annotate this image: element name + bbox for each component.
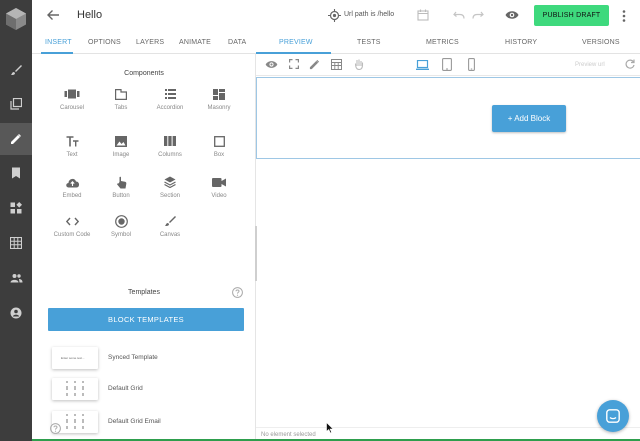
chat-icon (606, 409, 620, 423)
preview-toolbar: Preview url (256, 54, 640, 76)
template-item[interactable]: Default Grid Email (52, 411, 242, 435)
preview-canvas[interactable]: + Add Block (256, 77, 640, 159)
text-icon (48, 134, 96, 148)
component-button[interactable]: Button (97, 175, 145, 209)
more-vert-icon[interactable] (622, 10, 626, 22)
columns-icon (146, 134, 194, 148)
top-header: Hello Url path is /hello PUBLISH DRAFT (32, 0, 640, 33)
component-canvas[interactable]: Canvas (146, 214, 194, 248)
status-divider (256, 427, 640, 428)
tab-history[interactable]: HISTORY (505, 39, 537, 46)
mouse-cursor-icon (326, 422, 334, 434)
component-carousel[interactable]: Carousel (48, 87, 96, 121)
redo-icon[interactable] (472, 11, 484, 19)
template-name: Default Grid (108, 385, 143, 392)
back-arrow-icon[interactable] (46, 8, 60, 22)
selection-status: No element selected (261, 432, 316, 438)
rail-edit-icon[interactable] (0, 123, 32, 155)
box-icon (195, 134, 243, 148)
template-thumbnail (52, 378, 98, 400)
preview-eye-icon[interactable] (505, 10, 519, 20)
component-columns[interactable]: Columns (146, 134, 194, 168)
template-item[interactable]: Enter some text... Synced Template (52, 347, 242, 371)
fullscreen-icon[interactable] (289, 59, 299, 69)
add-block-button[interactable]: + Add Block (492, 105, 566, 132)
component-masonry[interactable]: Masonry (195, 87, 243, 121)
help-icon[interactable] (50, 423, 61, 434)
right-panel-tabs: PREVIEW TESTS METRICS HISTORY VERSIONS (256, 33, 640, 54)
target-icon[interactable] (328, 9, 341, 22)
panel-scrollbar[interactable] (255, 226, 257, 281)
component-image[interactable]: Image (97, 134, 145, 168)
tab-preview[interactable]: PREVIEW (279, 39, 313, 46)
tab-tests[interactable]: TESTS (357, 39, 381, 46)
left-panel-tabs: INSERT OPTIONS LAYERS ANIMATE DATA (32, 33, 256, 54)
table-icon[interactable] (331, 59, 342, 70)
desktop-view-icon[interactable] (416, 60, 429, 70)
component-custom-code[interactable]: Custom Code (48, 214, 96, 248)
component-accordion[interactable]: Accordion (146, 87, 194, 121)
embed-icon (48, 175, 96, 189)
template-name: Default Grid Email (108, 418, 161, 425)
component-section[interactable]: Section (146, 175, 194, 209)
button-icon (97, 175, 145, 189)
template-name: Synced Template (108, 354, 158, 361)
preview-url-placeholder[interactable]: Preview url (575, 62, 605, 68)
rail-account-icon[interactable] (0, 297, 32, 329)
left-rail (0, 0, 32, 441)
rail-widgets-icon[interactable] (0, 192, 32, 224)
eye-icon[interactable] (265, 60, 278, 69)
components-heading: Components (124, 70, 164, 77)
tabs-icon (97, 87, 145, 101)
symbol-icon (97, 214, 145, 228)
template-thumbnail: Enter some text... (52, 347, 98, 369)
tab-animate[interactable]: ANIMATE (179, 39, 211, 46)
calendar-icon[interactable] (417, 9, 429, 21)
help-icon[interactable] (232, 287, 243, 298)
tab-versions[interactable]: VERSIONS (582, 39, 620, 46)
block-templates-button[interactable]: BLOCK TEMPLATES (48, 308, 244, 331)
chat-button[interactable] (597, 400, 629, 432)
gesture-icon[interactable] (354, 59, 364, 70)
template-item[interactable]: Default Grid (52, 378, 242, 402)
component-text[interactable]: Text (48, 134, 96, 168)
carousel-icon (48, 87, 96, 101)
tab-insert[interactable]: INSERT (45, 39, 72, 46)
templates-heading: Templates (128, 289, 160, 296)
pencil-icon[interactable] (309, 59, 320, 70)
video-icon (195, 175, 243, 189)
rail-copy-icon[interactable] (0, 88, 32, 120)
tablet-view-icon[interactable] (442, 58, 452, 71)
component-video[interactable]: Video (195, 175, 243, 209)
rail-brush-icon[interactable] (0, 54, 32, 86)
component-symbol[interactable]: Symbol (97, 214, 145, 248)
tab-data[interactable]: DATA (228, 39, 246, 46)
tab-options[interactable]: OPTIONS (88, 39, 121, 46)
accordion-icon (146, 87, 194, 101)
rail-bookmark-icon[interactable] (0, 157, 32, 189)
refresh-icon[interactable] (625, 59, 635, 69)
code-icon (48, 214, 96, 228)
component-tabs[interactable]: Tabs (97, 87, 145, 121)
page-title[interactable]: Hello (77, 9, 102, 21)
publish-draft-button[interactable]: PUBLISH DRAFT (534, 5, 609, 26)
component-box[interactable]: Box (195, 134, 243, 168)
rail-users-icon[interactable] (0, 262, 32, 294)
url-path-label[interactable]: Url path is /hello (344, 11, 394, 18)
section-icon (146, 175, 194, 189)
rail-grid-icon[interactable] (0, 227, 32, 259)
canvas-icon (146, 214, 194, 228)
builder-logo-icon[interactable] (5, 7, 27, 31)
component-embed[interactable]: Embed (48, 175, 96, 209)
undo-icon[interactable] (453, 11, 465, 19)
image-icon (97, 134, 145, 148)
tab-layers[interactable]: LAYERS (136, 39, 164, 46)
mobile-view-icon[interactable] (468, 58, 475, 71)
masonry-icon (195, 87, 243, 101)
insert-panel: Components Carousel Tabs Accordion Mason… (32, 54, 256, 441)
tab-metrics[interactable]: METRICS (426, 39, 459, 46)
